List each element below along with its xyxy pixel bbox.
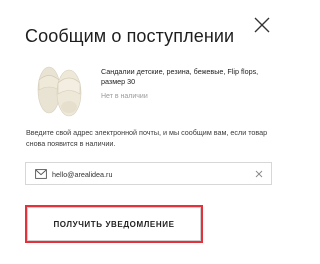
dialog-title: Сообщим о поступлении <box>25 26 235 46</box>
stock-status: Нет в наличии <box>101 93 148 100</box>
mail-icon <box>35 169 47 179</box>
email-input[interactable] <box>52 167 242 181</box>
email-field[interactable] <box>25 162 272 185</box>
notify-button[interactable]: ПОЛУЧИТЬ УВЕДОМЛЕНИЕ <box>25 205 203 243</box>
product-card: Сандалии детские, резина, бежевые, Flip … <box>25 57 275 127</box>
product-image <box>30 57 90 119</box>
product-name[interactable]: Сандалии детские, резина, бежевые, Flip … <box>101 67 281 87</box>
notify-dialog: Сообщим о поступлении Сандалии детские, … <box>0 0 296 264</box>
clear-icon[interactable] <box>255 170 263 178</box>
close-icon[interactable] <box>253 16 271 34</box>
info-text: Введите свой адрес электронной почты, и … <box>26 128 268 148</box>
